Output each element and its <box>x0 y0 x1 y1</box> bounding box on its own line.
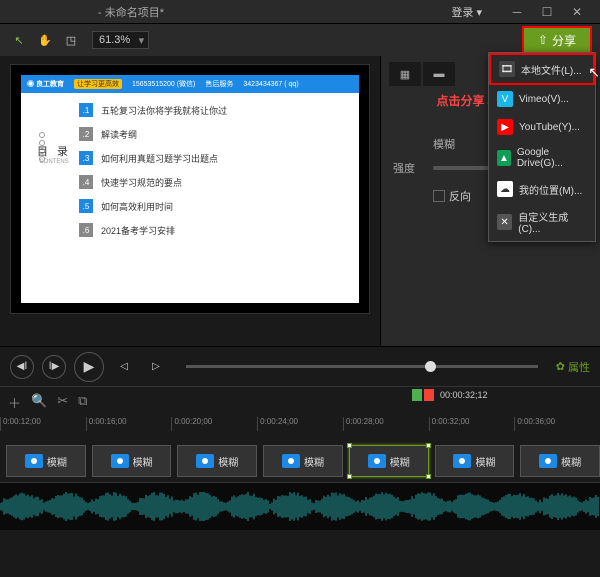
maximize-button[interactable]: ☐ <box>532 5 562 19</box>
reverse-checkbox[interactable] <box>433 190 445 202</box>
login-dropdown[interactable]: 登录 ▾ <box>451 4 482 20</box>
transport-bar: ◀Ⅰ Ⅰ▶ ▶ ◁ ▷ ✿ 属性 <box>0 346 600 386</box>
blur-clip[interactable]: 模糊 <box>6 445 86 477</box>
ruler-tick: 0:00:28;00 <box>343 417 429 431</box>
share-item-icon: ✕ <box>497 214 512 230</box>
play-button[interactable]: ▶ <box>74 352 104 382</box>
ruler-tick: 0:00:20;00 <box>171 417 257 431</box>
select-tool[interactable]: ↖ <box>8 29 30 51</box>
slide-list-item: .3如何利用真题习题学习出题点 <box>79 151 351 165</box>
close-button[interactable]: ✕ <box>562 5 592 19</box>
next-frame-button[interactable]: Ⅰ▶ <box>42 355 66 379</box>
share-item-googledriveg[interactable]: ▲Google Drive(G)... <box>489 141 595 175</box>
step-fwd-button[interactable]: ▷ <box>144 355 168 379</box>
share-item-icon: V <box>497 91 513 107</box>
share-item-icon: ☁ <box>497 181 513 197</box>
slide-list-item: .2解读考纲 <box>79 127 351 141</box>
ruler-tick: 0:00:32;00 <box>429 417 515 431</box>
share-item-icon: ▲ <box>497 150 511 166</box>
upload-icon: ⇧ <box>538 33 548 47</box>
share-item-m[interactable]: ☁我的位置(M)... <box>489 175 595 203</box>
time-ruler[interactable]: 0:00:12;000:00:16;000:00:20;000:00:24;00… <box>0 417 600 431</box>
timeline: ＋ 🔍 ✂ ⧉ 00:00:32;12 0:00:12;000:00:16;00… <box>0 386 600 482</box>
slide-list-item: .62021备考学习安排 <box>79 223 351 237</box>
share-item-c[interactable]: ✕自定义生成(C)... <box>489 203 595 241</box>
slide-content: ◉ 良工教育 让学习更高效 15653515200 (微信) 售后服务 3423… <box>21 75 359 303</box>
blur-clip[interactable]: 模糊 <box>263 445 343 477</box>
blur-clip[interactable]: 模糊 <box>520 445 600 477</box>
playhead[interactable]: 00:00:32;12 <box>412 389 488 401</box>
preview-canvas[interactable]: ◉ 良工教育 让学习更高效 15653515200 (微信) 售后服务 3423… <box>10 64 370 314</box>
minimize-button[interactable]: ─ <box>502 5 532 19</box>
zoom-select[interactable]: 61.3% <box>92 31 149 49</box>
slide-header: ◉ 良工教育 让学习更高效 15653515200 (微信) 售后服务 3423… <box>21 75 359 93</box>
clip-thumb-icon <box>282 454 300 468</box>
timeline-cut-button[interactable]: ✂ <box>57 393 68 412</box>
clip-track[interactable]: 模糊模糊模糊模糊模糊模糊模糊 <box>0 445 600 477</box>
blur-clip[interactable]: 模糊 <box>92 445 172 477</box>
clip-thumb-icon <box>111 454 129 468</box>
clip-thumb-icon <box>539 454 557 468</box>
prev-frame-button[interactable]: ◀Ⅰ <box>10 355 34 379</box>
timeline-add-button[interactable]: ＋ <box>8 393 21 412</box>
hand-tool[interactable]: ✋ <box>34 29 56 51</box>
ruler-tick: 0:00:16;00 <box>86 417 172 431</box>
timeline-zoom-button[interactable]: 🔍 <box>31 393 47 412</box>
tab-media[interactable]: ▦ <box>389 62 421 86</box>
tab-annotations[interactable]: ▬ <box>423 62 455 86</box>
slide-list-item: .4快速学习规范的要点 <box>79 175 351 189</box>
share-item-l[interactable]: 🎞本地文件(L)... <box>489 53 595 85</box>
share-item-youtubey[interactable]: ▶YouTube(Y)... <box>489 113 595 141</box>
step-back-button[interactable]: ◁ <box>112 355 136 379</box>
timeline-copy-button[interactable]: ⧉ <box>78 393 87 412</box>
ruler-tick: 0:00:24;00 <box>257 417 343 431</box>
clip-thumb-icon <box>25 454 43 468</box>
crop-tool[interactable]: ◳ <box>60 29 82 51</box>
ruler-tick: 0:00:36;00 <box>514 417 600 431</box>
slide-list-item: .5如何高效利用时间 <box>79 199 351 213</box>
titlebar: - 未命名项目* 登录 ▾ ─ ☐ ✕ <box>0 0 600 24</box>
share-menu: 🎞本地文件(L)...VVimeo(V)...▶YouTube(Y)...▲Go… <box>488 52 596 242</box>
share-item-vimeov[interactable]: VVimeo(V)... <box>489 85 595 113</box>
ruler-tick: 0:00:12;00 <box>0 417 86 431</box>
audio-waveform[interactable] <box>0 482 600 530</box>
seek-bar[interactable] <box>186 365 538 368</box>
blur-clip[interactable]: 模糊 <box>177 445 257 477</box>
share-item-icon: 🎞 <box>499 61 515 77</box>
clip-thumb-icon <box>453 454 471 468</box>
blur-clip[interactable]: 模糊 <box>435 445 515 477</box>
preview-area: ◉ 良工教育 让学习更高效 15653515200 (微信) 售后服务 3423… <box>0 56 380 346</box>
window-title: - 未命名项目* <box>8 4 451 20</box>
properties-button[interactable]: ✿ 属性 <box>556 359 590 375</box>
share-button[interactable]: ⇧ 分享 <box>522 26 592 55</box>
clip-thumb-icon <box>196 454 214 468</box>
clip-thumb-icon <box>368 454 386 468</box>
slide-list-item: .1五轮复习法你将学我就将让你过 <box>79 103 351 117</box>
blur-clip[interactable]: 模糊 <box>349 445 429 477</box>
cursor-icon: ↖ <box>588 64 600 81</box>
share-item-icon: ▶ <box>497 119 513 135</box>
